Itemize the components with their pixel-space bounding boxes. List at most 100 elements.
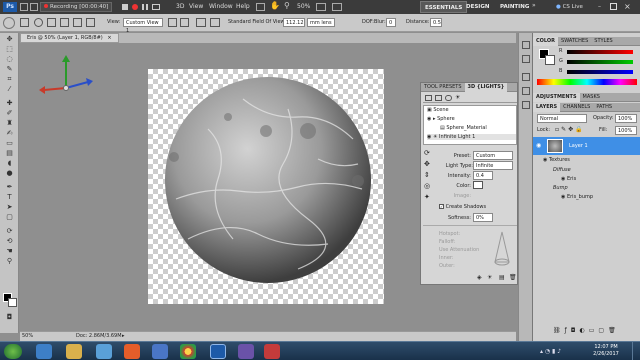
system-clock[interactable]: 12:07 PM 2/26/2017 — [586, 344, 626, 358]
background-color-swatch[interactable] — [8, 298, 17, 307]
list-item[interactable]: ▣ Scene — [427, 107, 519, 113]
pen-tool-icon[interactable]: ✒ — [4, 183, 15, 192]
group-icon[interactable]: ▭ — [589, 327, 599, 334]
eye-icon[interactable]: ◉ — [543, 157, 547, 163]
eyedropper-tool-icon[interactable]: ⁄ — [4, 85, 15, 94]
lock-icons[interactable]: ▫✎✥🔒 — [555, 126, 585, 133]
perspective-camera-icon[interactable] — [196, 18, 206, 27]
stop-icon[interactable] — [122, 4, 128, 10]
view-select[interactable]: Custom View 1 — [123, 18, 163, 34]
3d-orbit-icon[interactable] — [34, 18, 43, 27]
blur-tool-icon[interactable]: ◖ — [4, 159, 15, 168]
tool-presets-icon[interactable] — [522, 87, 530, 95]
3d-walk-icon[interactable] — [73, 18, 82, 27]
file-explorer-icon[interactable] — [66, 344, 82, 359]
3d-roll-icon[interactable] — [47, 18, 56, 27]
3d-rotate-tool-icon[interactable] — [3, 17, 15, 29]
show-desktop-button[interactable] — [632, 342, 640, 360]
list-item[interactable]: Bump — [553, 185, 640, 191]
brush-tool-icon[interactable]: ✐ — [4, 109, 15, 118]
light-origin-icon[interactable]: ◎ — [424, 182, 430, 190]
gradient-tool-icon[interactable]: ▤ — [4, 149, 15, 158]
app-icon-2[interactable] — [152, 344, 168, 359]
app-icon-3[interactable] — [238, 344, 254, 359]
status-menu-icon[interactable]: ▸ — [122, 332, 125, 341]
brush-panel-icon[interactable] — [522, 101, 530, 109]
tray-icons[interactable]: ▴ ◔ ▮ ♪ — [540, 348, 561, 355]
start-button-icon[interactable] — [4, 344, 22, 359]
light-point-icon[interactable]: ✦ — [424, 193, 430, 201]
path-select-tool-icon[interactable]: ➤ — [4, 203, 15, 212]
bridge-icon[interactable] — [20, 3, 28, 11]
minimize-button[interactable]: – — [598, 3, 606, 11]
shape-tool-icon[interactable]: ▢ — [4, 213, 15, 222]
3d-axis-widget[interactable] — [36, 52, 94, 96]
tab-swatches[interactable]: SWATCHES — [558, 37, 591, 46]
ie-icon[interactable] — [36, 344, 52, 359]
color-channel-g[interactable]: G — [559, 58, 639, 64]
quick-select-tool-icon[interactable]: ✎ — [4, 65, 15, 74]
tab-tool-presets[interactable]: TOOL PRESETS — [421, 83, 465, 92]
save-view-icon[interactable] — [168, 18, 177, 27]
app-icon[interactable] — [124, 344, 140, 359]
list-item[interactable]: ◉ Textures — [543, 157, 640, 163]
eraser-tool-icon[interactable]: ▭ — [4, 139, 15, 148]
delete-layer-icon[interactable]: 🗑 — [608, 327, 620, 334]
color-background-swatch[interactable] — [545, 55, 555, 65]
adjustment-layer-icon[interactable]: ◐ — [580, 327, 589, 334]
zoom-level[interactable]: 50% — [297, 0, 310, 14]
light-rotate-tool-icon[interactable]: ⟳ — [424, 149, 430, 157]
3d-object-rotate-tool-icon[interactable]: ⟳ — [4, 227, 15, 236]
workspace-essentials[interactable]: ESSENTIALS — [420, 1, 468, 13]
preset-select[interactable]: Custom — [473, 151, 513, 160]
color-spectrum-ramp[interactable] — [537, 79, 637, 85]
move-tool-icon[interactable]: ✥ — [4, 35, 15, 44]
list-item[interactable]: ◉ ▸ Sphere — [427, 116, 519, 122]
list-item[interactable]: Diffuse — [553, 167, 640, 173]
menu-window[interactable]: Window — [209, 0, 233, 14]
media-player-icon[interactable] — [96, 344, 112, 359]
quick-mask-icon[interactable]: ◘ — [4, 313, 15, 322]
3d-pan-icon[interactable] — [60, 18, 69, 27]
clone-stamp-tool-icon[interactable]: ♜ — [4, 119, 15, 128]
render-icon[interactable]: ▤ — [499, 274, 505, 281]
color-channel-b[interactable]: B — [559, 68, 639, 74]
cs-live-button[interactable]: ● CS Live — [556, 1, 583, 13]
layer-row[interactable]: ◉ Layer 1 — [533, 137, 640, 155]
tab-styles[interactable]: STYLES — [591, 37, 615, 46]
status-zoom[interactable]: 50% — [22, 332, 33, 341]
3d-sphere[interactable] — [148, 69, 384, 304]
zoom-tool-icon[interactable]: ⚲ — [4, 257, 15, 266]
workspace-painting[interactable]: PAINTING — [496, 1, 533, 13]
3d-zoom-icon[interactable] — [86, 18, 95, 27]
delete-view-icon[interactable] — [180, 18, 189, 27]
new-light-icon[interactable]: ☀ — [487, 274, 492, 281]
zoom-icon[interactable]: ⚲ — [284, 1, 290, 10]
home-view-icon[interactable] — [20, 18, 29, 27]
close-tab-icon[interactable]: × — [107, 35, 111, 41]
app-icon-4[interactable] — [264, 344, 280, 359]
light-drag-tool-icon[interactable]: ✥ — [424, 160, 430, 168]
red-slider[interactable] — [567, 50, 633, 54]
minibridge-icon[interactable] — [30, 3, 38, 11]
light-color-swatch[interactable] — [473, 181, 483, 189]
trash-icon[interactable]: 🗑 — [509, 274, 517, 281]
intensity-input[interactable]: 0.4 — [473, 171, 493, 180]
light-filter-icon[interactable]: ☀ — [455, 94, 462, 102]
actions-panel-icon[interactable] — [522, 55, 530, 63]
ortho-camera-icon[interactable] — [210, 18, 220, 27]
fill-input[interactable]: 100% — [615, 126, 637, 135]
tab-masks[interactable]: MASKS — [580, 93, 603, 102]
new-layer-icon[interactable]: ▢ — [598, 327, 608, 334]
list-item[interactable]: ◉ Eris_bump — [561, 194, 640, 200]
tab-layers[interactable]: LAYERS — [533, 103, 561, 112]
document-canvas[interactable] — [148, 69, 384, 304]
material-filter-icon[interactable] — [445, 95, 452, 101]
grid-icon[interactable] — [256, 3, 265, 11]
tab-adjustments[interactable]: ADJUSTMENTS — [533, 93, 580, 102]
fov-unit-select[interactable]: mm lens — [307, 18, 335, 27]
hand-icon[interactable]: ✋ — [270, 1, 280, 13]
eye-icon[interactable]: ◉ — [427, 134, 431, 140]
marquee-tool-icon[interactable]: ⬚ — [4, 45, 15, 54]
close-window-button[interactable]: × — [624, 1, 634, 12]
